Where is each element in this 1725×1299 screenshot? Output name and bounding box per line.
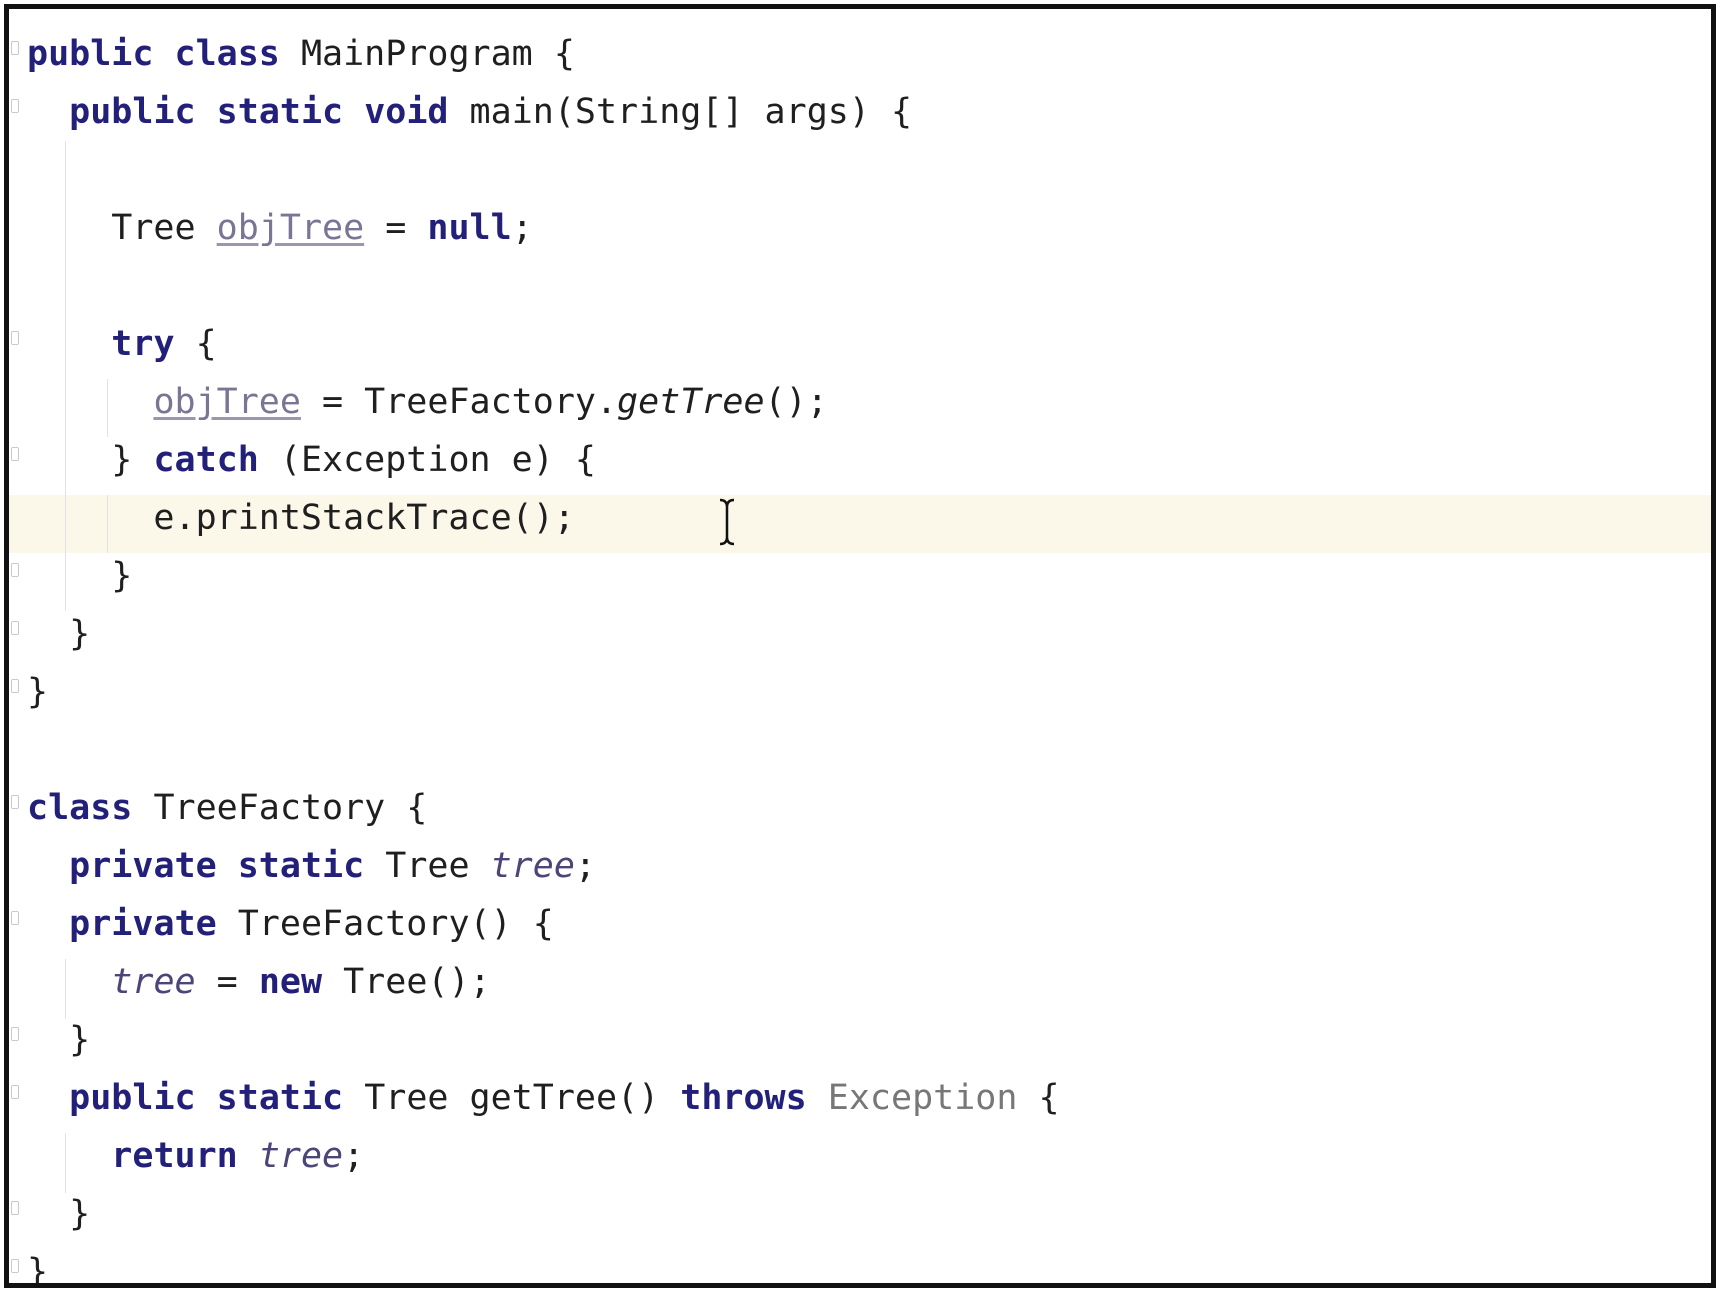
keyword-token: public [69, 92, 217, 132]
fold-marker-icon[interactable] [11, 911, 19, 925]
code-line[interactable]: public static Tree getTree() throws Exce… [27, 1069, 1060, 1127]
fold-marker-icon[interactable] [11, 331, 19, 345]
field-token: tree [258, 1136, 344, 1176]
field-token: tree [490, 846, 575, 886]
code-line[interactable]: private static Tree tree; [27, 837, 596, 895]
keyword-token: public [27, 34, 175, 74]
code-editor-frame: public class MainProgram { public static… [4, 4, 1716, 1288]
keyword-token: return [111, 1136, 259, 1176]
fold-marker-icon[interactable] [11, 621, 19, 635]
code-line[interactable]: return tree; [27, 1127, 364, 1185]
keyword-token: throws [680, 1078, 828, 1118]
fold-marker-icon[interactable] [11, 447, 19, 461]
field-token: tree [111, 962, 196, 1002]
code-token: e.printStackTrace(); [27, 498, 575, 538]
unused-variable-token: objTree [153, 382, 301, 422]
unused-variable-token: objTree [216, 208, 365, 248]
keyword-token: static [237, 846, 386, 886]
fold-marker-icon[interactable] [11, 99, 19, 113]
fold-marker-icon[interactable] [11, 1085, 19, 1099]
code-line[interactable]: } [27, 547, 132, 605]
code-token: (); [764, 382, 828, 422]
fold-marker-icon[interactable] [11, 41, 19, 55]
code-token: Tree(); [343, 962, 491, 1002]
code-token: { [174, 324, 217, 364]
code-token: Tree getTree() [364, 1078, 681, 1118]
code-token: { [1017, 1078, 1060, 1118]
code-token: MainProgram { [300, 34, 575, 74]
keyword-token: void [364, 92, 470, 132]
code-line[interactable]: try { [27, 315, 217, 373]
keyword-token: static [216, 1078, 365, 1118]
keyword-token: class [174, 34, 301, 74]
code-line[interactable]: } [27, 1185, 90, 1243]
code-token: ; [511, 208, 533, 248]
keyword-token: null [427, 208, 512, 248]
code-token: main(String[] args) { [469, 92, 913, 132]
fold-marker-icon[interactable] [11, 795, 19, 809]
code-line[interactable]: class TreeFactory { [27, 779, 427, 837]
code-token: } [27, 1252, 49, 1288]
keyword-token: class [27, 788, 154, 828]
fold-marker-icon[interactable] [11, 1027, 19, 1041]
code-token: Exception [827, 1078, 1018, 1118]
code-line[interactable]: tree = new Tree(); [27, 953, 491, 1011]
code-line[interactable]: } [27, 1243, 49, 1288]
code-line[interactable]: objTree = TreeFactory.getTree(); [27, 373, 828, 431]
keyword-token: static [216, 92, 365, 132]
code-token: = TreeFactory. [300, 382, 618, 422]
code-line[interactable]: Tree objTree = null; [27, 199, 533, 257]
code-token: Tree [27, 208, 217, 248]
code-line[interactable]: } [27, 663, 48, 721]
code-token: } [27, 440, 154, 480]
keyword-token: private [69, 904, 238, 944]
keyword-token: try [111, 324, 175, 364]
code-line[interactable]: } catch (Exception e) { [27, 431, 596, 489]
code-line[interactable]: e.printStackTrace(); [27, 489, 575, 547]
code-token: getTree [617, 382, 765, 422]
fold-marker-icon[interactable] [11, 563, 19, 577]
code-line[interactable]: public static void main(String[] args) { [27, 83, 912, 141]
code-token: TreeFactory { [153, 788, 428, 828]
code-token: } [27, 614, 91, 654]
code-token: = [195, 962, 259, 1002]
fold-marker-icon[interactable] [11, 679, 19, 693]
code-token: } [27, 1020, 91, 1060]
fold-marker-icon[interactable] [11, 1259, 19, 1273]
code-line[interactable]: private TreeFactory() { [27, 895, 554, 953]
keyword-token: new [258, 962, 344, 1002]
code-token: = [364, 208, 428, 248]
code-token: } [27, 672, 49, 712]
code-token: } [27, 556, 133, 596]
code-line[interactable]: } [27, 1011, 90, 1069]
code-token: ; [343, 1136, 365, 1176]
keyword-token: private [69, 846, 238, 886]
code-line[interactable]: } [27, 605, 90, 663]
editor-gutter [9, 9, 23, 1283]
code-token: } [27, 1194, 91, 1234]
fold-marker-icon[interactable] [11, 1201, 19, 1215]
code-token: Tree [385, 846, 491, 886]
code-token: (Exception e) { [258, 440, 596, 480]
keyword-token: catch [153, 440, 259, 480]
text-cursor-icon [719, 498, 735, 546]
code-line[interactable]: public class MainProgram { [27, 25, 575, 83]
code-token: ; [574, 846, 596, 886]
code-token: TreeFactory() { [237, 904, 554, 944]
keyword-token: public [69, 1078, 217, 1118]
